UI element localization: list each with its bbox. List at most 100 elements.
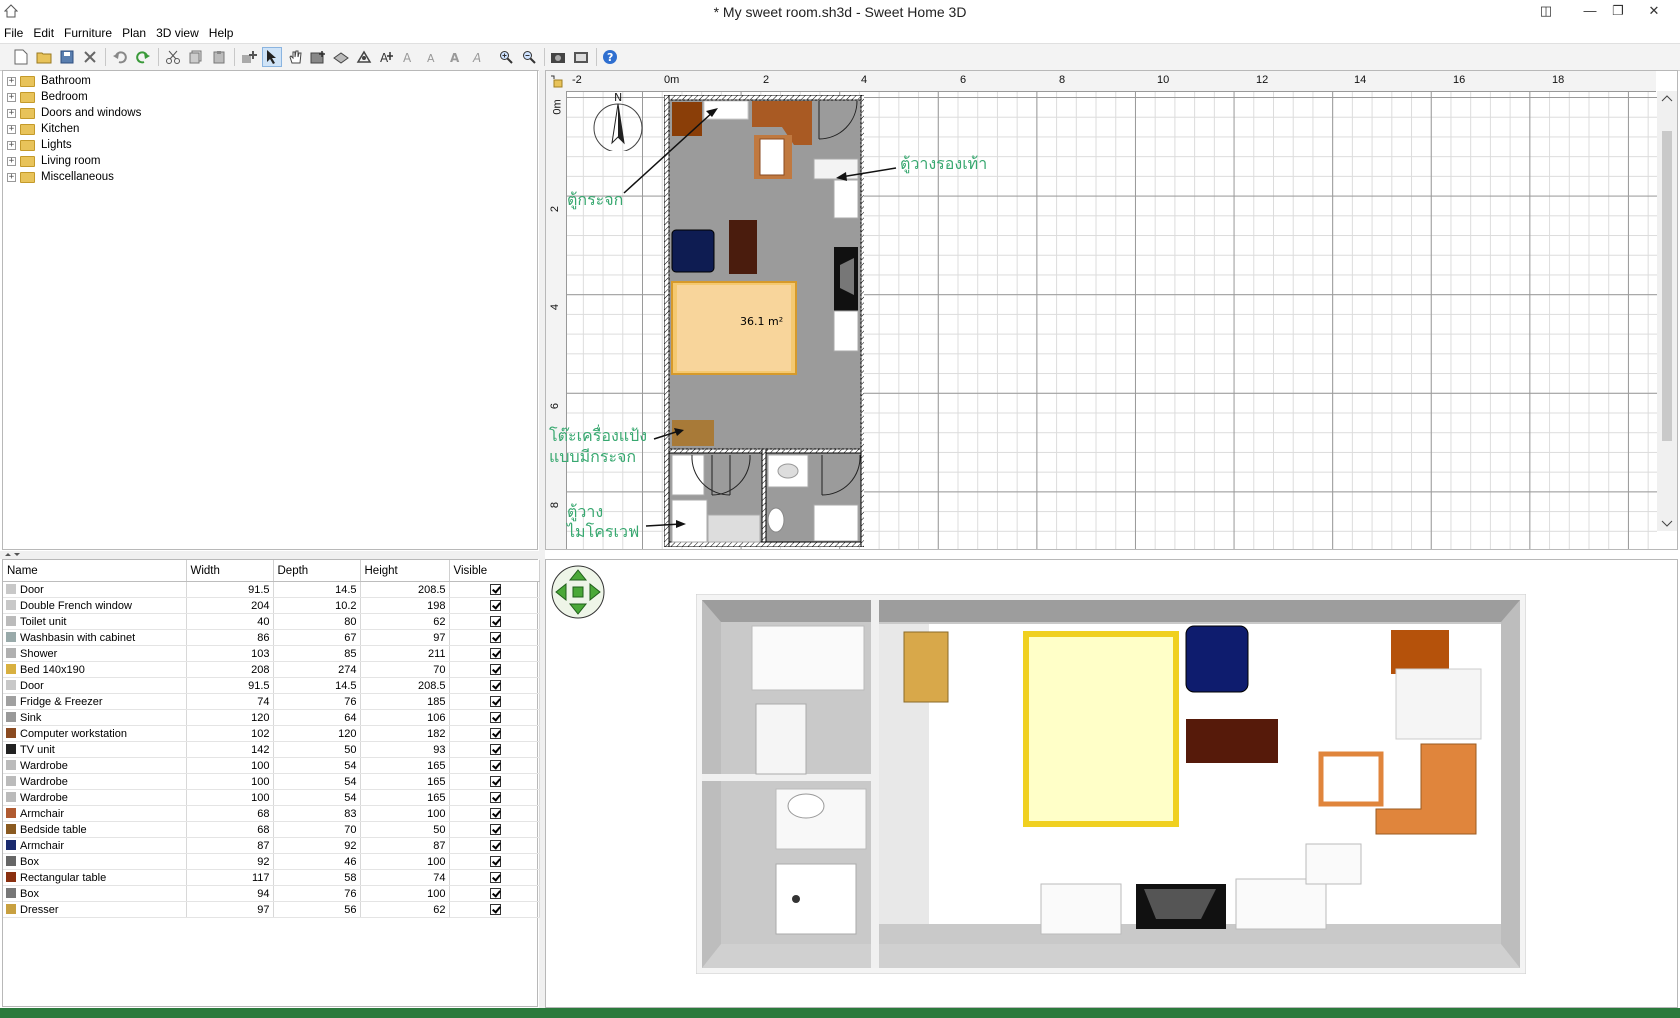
table-row[interactable]: TV unit 142 50 93 <box>3 741 540 758</box>
table-row[interactable]: Wardrobe 100 54 165 <box>3 757 540 774</box>
visible-checkbox[interactable] <box>489 887 501 899</box>
bold-text-icon[interactable]: A <box>446 47 466 67</box>
create-rooms-icon[interactable] <box>331 47 351 67</box>
visible-checkbox[interactable] <box>489 903 501 915</box>
menu-3d-view[interactable]: 3D view <box>151 24 204 42</box>
table-row[interactable]: Door 91.5 14.5 208.5 <box>3 581 540 598</box>
expand-icon[interactable]: + <box>7 172 16 182</box>
increase-text-icon[interactable]: A <box>400 47 420 67</box>
catalog-category-lights[interactable]: + Lights <box>7 137 72 153</box>
menu-furniture[interactable]: Furniture <box>59 24 117 42</box>
visible-checkbox[interactable] <box>489 599 501 611</box>
column-visible[interactable]: Visible <box>449 560 540 582</box>
table-row[interactable]: Fridge & Freezer 74 76 185 <box>3 693 540 710</box>
decrease-text-icon[interactable]: A <box>423 47 443 67</box>
visible-checkbox[interactable] <box>489 871 501 883</box>
create-photo-icon[interactable] <box>548 47 568 67</box>
menu-edit[interactable]: Edit <box>28 24 59 42</box>
visible-checkbox[interactable] <box>489 759 501 771</box>
expand-icon[interactable]: + <box>7 76 16 86</box>
left-splitter[interactable] <box>0 551 540 559</box>
paste-icon[interactable] <box>209 47 229 67</box>
visible-checkbox[interactable] <box>489 679 501 691</box>
create-video-icon[interactable] <box>571 47 591 67</box>
table-row[interactable]: Toilet unit 40 80 62 <box>3 613 540 630</box>
catalog-category-miscellaneous[interactable]: + Miscellaneous <box>7 169 114 185</box>
close-button[interactable]: ✕ <box>1636 0 1672 22</box>
visible-checkbox[interactable] <box>489 663 501 675</box>
expand-icon[interactable]: + <box>7 140 16 150</box>
table-row[interactable]: Wardrobe 100 54 165 <box>3 773 540 790</box>
column-depth[interactable]: Depth <box>273 560 361 582</box>
add-furniture-icon[interactable] <box>239 47 259 67</box>
visible-checkbox[interactable] <box>489 839 501 851</box>
catalog-category-kitchen[interactable]: + Kitchen <box>7 121 79 137</box>
scrollbar-thumb[interactable] <box>1662 131 1672 441</box>
expand-icon[interactable]: + <box>7 108 16 118</box>
zoom-in-icon[interactable] <box>496 47 516 67</box>
visible-checkbox[interactable] <box>489 615 501 627</box>
table-row[interactable]: Door 91.5 14.5 208.5 <box>3 677 540 694</box>
navigation-arrows-icon[interactable] <box>550 564 606 620</box>
create-polylines-icon[interactable] <box>354 47 374 67</box>
table-row[interactable]: Box 92 46 100 <box>3 853 540 870</box>
table-row[interactable]: Bedside table 68 70 50 <box>3 821 540 838</box>
table-row[interactable]: Armchair 68 83 100 <box>3 805 540 822</box>
table-row[interactable]: Sink 120 64 106 <box>3 709 540 726</box>
menu-plan[interactable]: Plan <box>117 24 151 42</box>
catalog-category-doors-and-windows[interactable]: + Doors and windows <box>7 105 141 121</box>
table-row[interactable]: Rectangular table 117 58 74 <box>3 869 540 886</box>
furniture-list-table[interactable]: Name Width Depth Height Visible Door 91.5… <box>2 559 540 1007</box>
catalog-category-bedroom[interactable]: + Bedroom <box>7 89 88 105</box>
plan-vertical-scrollbar[interactable] <box>1657 91 1677 531</box>
3d-view[interactable] <box>545 559 1678 1008</box>
expand-icon[interactable]: + <box>7 92 16 102</box>
restore-layout-icon[interactable]: ◫ <box>1528 0 1564 22</box>
redo-icon[interactable] <box>133 47 153 67</box>
select-icon[interactable] <box>262 47 282 67</box>
cut-icon[interactable] <box>163 47 183 67</box>
italic-text-icon[interactable]: A <box>469 47 489 67</box>
maximize-button[interactable]: ❐ <box>1600 0 1636 22</box>
table-row[interactable]: Shower 103 85 211 <box>3 645 540 662</box>
copy-icon[interactable] <box>186 47 206 67</box>
furniture-catalog-tree[interactable]: + Bathroom + Bedroom + Doors and windows + K… <box>2 70 538 550</box>
table-row[interactable]: Computer workstation 102 120 182 <box>3 725 540 742</box>
table-row[interactable]: Washbasin with cabinet 86 67 97 <box>3 629 540 646</box>
visible-checkbox[interactable] <box>489 791 501 803</box>
column-name[interactable]: Name <box>3 560 187 582</box>
visible-checkbox[interactable] <box>489 711 501 723</box>
table-row[interactable]: Armchair 87 92 87 <box>3 837 540 854</box>
column-height[interactable]: Height <box>360 560 450 582</box>
pan-icon[interactable] <box>285 47 305 67</box>
plan-view[interactable]: -2 0m 2 4 6 8 10 12 14 16 18 0m 2 4 6 8 … <box>545 70 1678 550</box>
zoom-out-icon[interactable] <box>519 47 539 67</box>
table-row[interactable]: Dresser 97 56 62 <box>3 901 540 918</box>
catalog-category-bathroom[interactable]: + Bathroom <box>7 73 91 89</box>
table-row[interactable]: Box 94 76 100 <box>3 885 540 902</box>
visible-checkbox[interactable] <box>489 775 501 787</box>
column-width[interactable]: Width <box>186 560 274 582</box>
save-icon[interactable] <box>57 47 77 67</box>
new-icon[interactable] <box>11 47 31 67</box>
undo-icon[interactable] <box>110 47 130 67</box>
visible-checkbox[interactable] <box>489 583 501 595</box>
catalog-category-living-room[interactable]: + Living room <box>7 153 100 169</box>
expand-icon[interactable]: + <box>7 124 16 134</box>
visible-checkbox[interactable] <box>489 807 501 819</box>
visible-checkbox[interactable] <box>489 727 501 739</box>
visible-checkbox[interactable] <box>489 743 501 755</box>
table-row[interactable]: Double French window 204 10.2 198 <box>3 597 540 614</box>
visible-checkbox[interactable] <box>489 823 501 835</box>
visible-checkbox[interactable] <box>489 855 501 867</box>
visible-checkbox[interactable] <box>489 695 501 707</box>
menu-file[interactable]: File <box>0 24 28 42</box>
expand-icon[interactable]: + <box>7 156 16 166</box>
table-row[interactable]: Wardrobe 100 54 165 <box>3 789 540 806</box>
visible-checkbox[interactable] <box>489 647 501 659</box>
help-icon[interactable]: ? <box>600 47 620 67</box>
visible-checkbox[interactable] <box>489 631 501 643</box>
create-dimensions-icon[interactable]: A <box>377 47 397 67</box>
create-walls-icon[interactable] <box>308 47 328 67</box>
menu-help[interactable]: Help <box>204 24 239 42</box>
